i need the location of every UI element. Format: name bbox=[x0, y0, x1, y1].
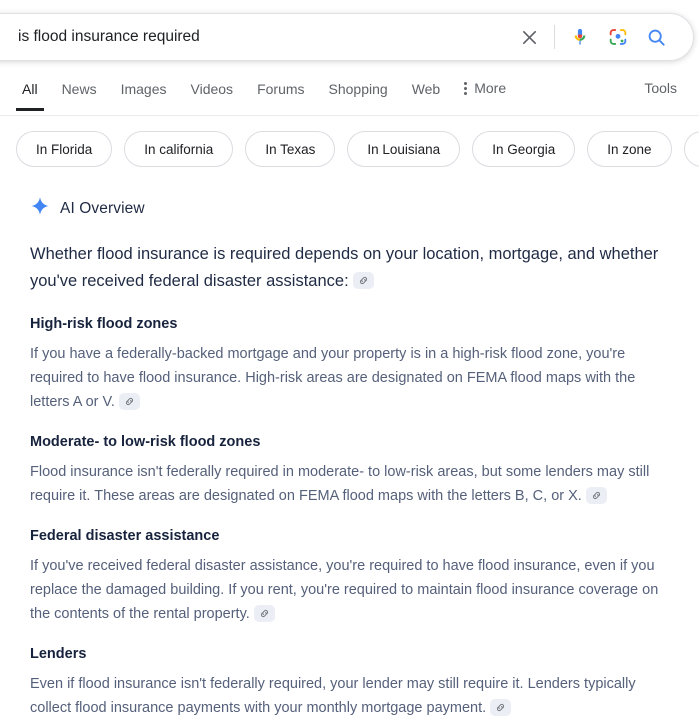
ai-section-body-text: Even if flood insurance isn't federally … bbox=[30, 676, 636, 716]
tab-label: Videos bbox=[190, 81, 234, 97]
chip-in-florida[interactable]: In Florida bbox=[16, 131, 113, 167]
tab-images[interactable]: Images bbox=[121, 76, 167, 111]
chip-in-houston[interactable]: In Houston bbox=[683, 131, 699, 167]
ai-section-heading: High-risk flood zones bbox=[30, 316, 178, 332]
chip-in-zone[interactable]: In zone bbox=[587, 131, 672, 167]
tab-all[interactable]: All bbox=[16, 76, 43, 111]
ai-overview-title: AI Overview bbox=[60, 199, 145, 217]
tools-button[interactable]: Tools bbox=[644, 80, 677, 96]
more-filters-button[interactable]: More bbox=[464, 76, 506, 109]
ai-section: Moderate- to low-risk flood zones Flood … bbox=[30, 432, 675, 508]
tab-label: All bbox=[22, 81, 38, 97]
tab-label: Shopping bbox=[328, 81, 388, 97]
chip-in-louisiana[interactable]: In Louisiana bbox=[347, 131, 461, 167]
sparkle-icon bbox=[30, 196, 50, 221]
tab-label: Forums bbox=[257, 81, 305, 97]
more-label: More bbox=[474, 80, 507, 96]
citation-link-icon[interactable] bbox=[490, 698, 512, 716]
ai-overview-panel: AI Overview Whether flood insurance is r… bbox=[0, 178, 699, 720]
chip-in-texas[interactable]: In Texas bbox=[245, 131, 336, 167]
ai-overview-lead-text: Whether flood insurance is required depe… bbox=[30, 245, 659, 290]
ai-overview-header: AI Overview bbox=[30, 196, 675, 221]
ai-section-body: If you've received federal disaster assi… bbox=[30, 554, 675, 626]
ai-section: Lenders Even if flood insurance isn't fe… bbox=[30, 644, 675, 720]
ai-section-body: Even if flood insurance isn't federally … bbox=[30, 672, 675, 720]
ai-section-heading: Lenders bbox=[30, 646, 87, 662]
search-box[interactable] bbox=[0, 13, 694, 61]
divider bbox=[554, 25, 555, 49]
ai-section-body-text: If you've received federal disaster assi… bbox=[30, 558, 659, 622]
search-submit-icon[interactable] bbox=[637, 18, 675, 56]
clear-icon[interactable] bbox=[510, 18, 548, 56]
tab-videos[interactable]: Videos bbox=[191, 76, 234, 111]
ai-section-heading: Moderate- to low-risk flood zones bbox=[30, 434, 261, 450]
chip-in-georgia[interactable]: In Georgia bbox=[472, 131, 576, 167]
chip-in-california[interactable]: In california bbox=[124, 131, 234, 167]
search-input[interactable] bbox=[0, 14, 510, 60]
citation-link-icon[interactable] bbox=[253, 604, 275, 622]
tab-web[interactable]: Web bbox=[412, 76, 441, 111]
tab-news[interactable]: News bbox=[62, 76, 97, 111]
tab-label: Web bbox=[411, 81, 441, 97]
tab-label: News bbox=[61, 81, 97, 97]
ai-overview-lead: Whether flood insurance is required depe… bbox=[30, 241, 670, 295]
ai-section-body-text: Flood insurance isn't federally required… bbox=[30, 464, 650, 504]
tab-forums[interactable]: Forums bbox=[257, 76, 304, 111]
ai-section: Federal disaster assistance If you've re… bbox=[30, 526, 675, 626]
citation-link-icon[interactable] bbox=[118, 392, 140, 410]
refinement-chips: In Florida In california In Texas In Lou… bbox=[0, 116, 699, 178]
search-actions bbox=[510, 18, 693, 56]
citation-link-icon[interactable] bbox=[585, 486, 607, 504]
microphone-icon[interactable] bbox=[561, 18, 599, 56]
search-header bbox=[0, 0, 699, 76]
ai-section: High-risk flood zones If you have a fede… bbox=[30, 314, 675, 414]
tab-shopping[interactable]: Shopping bbox=[329, 76, 388, 111]
ai-section-heading: Federal disaster assistance bbox=[30, 528, 220, 544]
ai-section-body: Flood insurance isn't federally required… bbox=[30, 460, 675, 508]
result-type-tabs: All News Images Videos Forums Shopping W… bbox=[0, 76, 699, 116]
kebab-menu-icon bbox=[464, 81, 468, 95]
tab-label: Images bbox=[120, 81, 167, 97]
lens-camera-icon[interactable] bbox=[599, 18, 637, 56]
citation-link-icon[interactable] bbox=[352, 272, 374, 290]
ai-section-body: If you have a federally-backed mortgage … bbox=[30, 342, 675, 414]
